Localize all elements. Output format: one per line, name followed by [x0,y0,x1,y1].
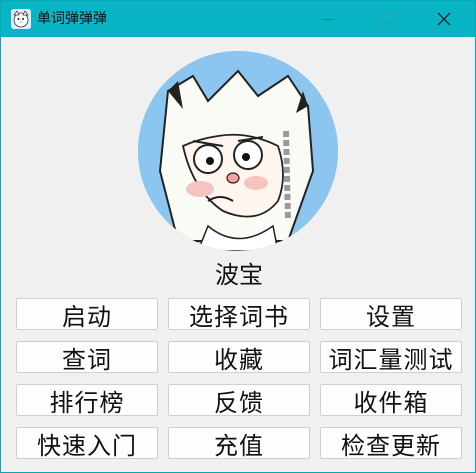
title-bar[interactable]: 单词弹弹弹 [1,1,475,37]
select-wordbook-button[interactable]: 选择词书 [168,298,310,330]
app-window: 单词弹弹弹 波宝 启动 选择词书 设置 查词 收藏 词汇量测试 排行榜 反馈 收… [0,0,476,473]
lookup-word-button[interactable]: 查词 [16,341,158,373]
app-logo-icon [11,9,31,29]
close-button[interactable] [421,1,467,37]
inbox-button[interactable]: 收件箱 [320,384,462,416]
feedback-button[interactable]: 反馈 [168,384,310,416]
recharge-button[interactable]: 充值 [168,427,310,459]
settings-button[interactable]: 设置 [320,298,462,330]
favorites-button[interactable]: 收藏 [168,341,310,373]
avatar [138,51,338,251]
quick-start-button[interactable]: 快速入门 [16,427,158,459]
username-label: 波宝 [215,261,263,289]
minimize-button[interactable] [305,1,351,37]
maximize-button[interactable] [363,1,409,37]
leaderboard-button[interactable]: 排行榜 [16,384,158,416]
maximize-icon [381,14,391,24]
check-update-button[interactable]: 检查更新 [320,427,462,459]
window-title: 单词弹弹弹 [37,11,107,27]
close-icon [437,12,451,26]
vocabulary-test-button[interactable]: 词汇量测试 [320,341,462,373]
start-button[interactable]: 启动 [16,298,158,330]
minimize-icon [323,19,333,20]
